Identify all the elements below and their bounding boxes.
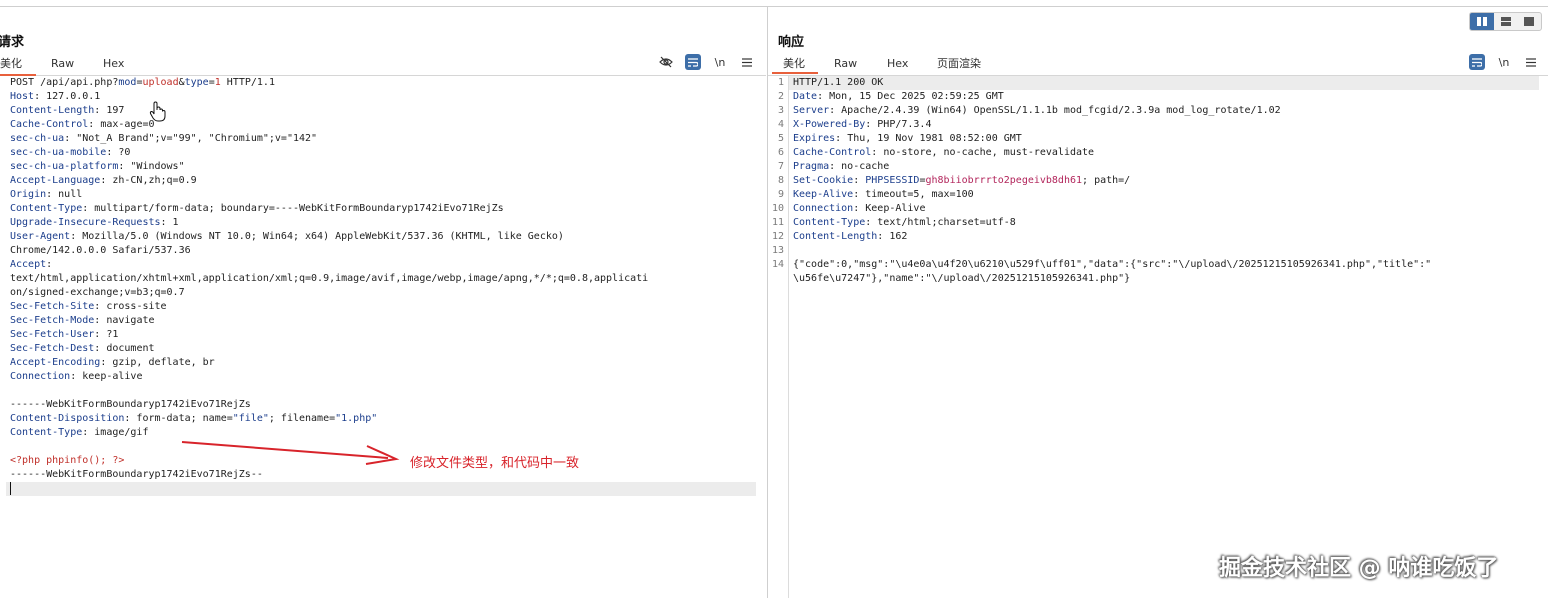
hand-cursor-icon xyxy=(149,101,166,122)
annotation-text: 修改文件类型，和代码中一致 xyxy=(410,456,580,471)
annotation-arrow xyxy=(181,441,400,465)
text-cursor xyxy=(10,482,11,495)
watermark: 掘金技术社区 @ 呐谁吃饭了 xyxy=(1219,556,1499,581)
